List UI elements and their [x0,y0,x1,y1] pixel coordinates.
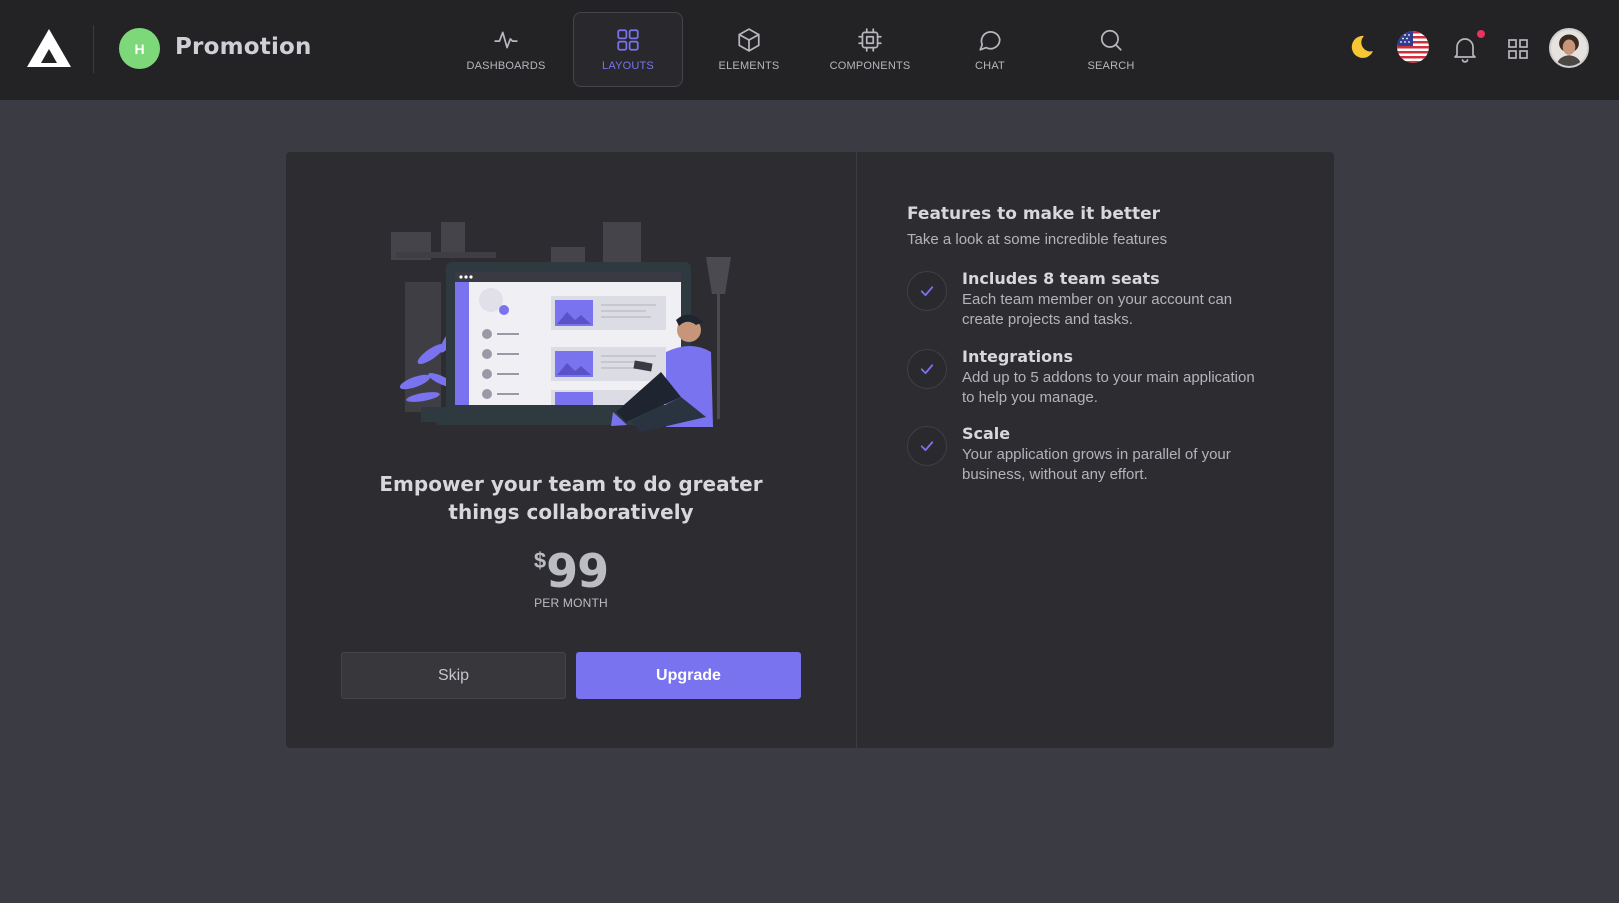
promo-headline: Empower your team to do greater things c… [379,472,763,524]
feature-description: Each team member on your account can cre… [962,291,1233,328]
feature-description: Your application grows in parallel of yo… [962,446,1231,483]
nav-dashboards[interactable]: DASHBOARDS [451,12,561,87]
app-logo-icon[interactable] [26,27,72,69]
nav-elements[interactable]: ELEMENTS [694,12,804,87]
bell-icon[interactable] [1452,34,1478,64]
check-icon [907,271,947,311]
layout-grid-icon [617,29,639,51]
nav-layouts-label: LAYOUTS [602,60,654,72]
chat-bubble-icon [979,31,1001,51]
nav-elements-label: ELEMENTS [718,60,780,72]
nav-dashboards-label: DASHBOARDS [466,60,546,72]
feature-description: Add up to 5 addons to your main applicat… [962,369,1255,406]
project-avatar[interactable]: H [119,28,160,69]
skip-button[interactable]: Skip [341,652,566,699]
nav-components-label: COMPONENTS [829,60,911,72]
check-icon [907,349,947,389]
feature-name: Includes 8 team seats [962,269,1160,288]
price: $99 [286,544,856,598]
apps-grid-icon[interactable] [1506,37,1530,61]
price-period: PER MONTH [534,596,608,610]
promotion-card: Empower your team to do greater things c… [286,152,1334,748]
card-divider [856,152,857,748]
cube-icon [738,28,760,52]
activity-icon [494,31,518,49]
nav-search-label: SEARCH [1087,60,1135,72]
price-amount: 99 [546,544,609,598]
nav-components[interactable]: COMPONENTS [815,12,925,87]
moon-icon[interactable] [1346,32,1376,62]
features-subtitle: Take a look at some incredible features [907,231,1168,248]
upgrade-button[interactable]: Upgrade [576,652,801,699]
price-currency: $ [533,548,547,573]
features-title: Features to make it better [907,204,1161,224]
search-icon [1100,29,1122,51]
feature-name: Integrations [962,347,1074,366]
us-flag-icon[interactable] [1397,31,1429,63]
notification-dot [1477,30,1485,38]
page-title: Promotion [175,34,312,60]
top-bar: H Promotion DASHBOARDS LAYOUTS ELEMENTS [0,0,1619,100]
header-divider [93,25,94,73]
team-illustration [391,222,731,432]
nav-chat-label: CHAT [975,60,1005,72]
feature-name: Scale [962,424,1011,443]
check-icon [907,426,947,466]
cpu-icon [858,28,882,52]
user-avatar[interactable] [1549,28,1589,68]
nav-chat[interactable]: CHAT [935,12,1045,87]
nav-search[interactable]: SEARCH [1056,12,1166,87]
nav-layouts[interactable]: LAYOUTS [573,12,683,87]
